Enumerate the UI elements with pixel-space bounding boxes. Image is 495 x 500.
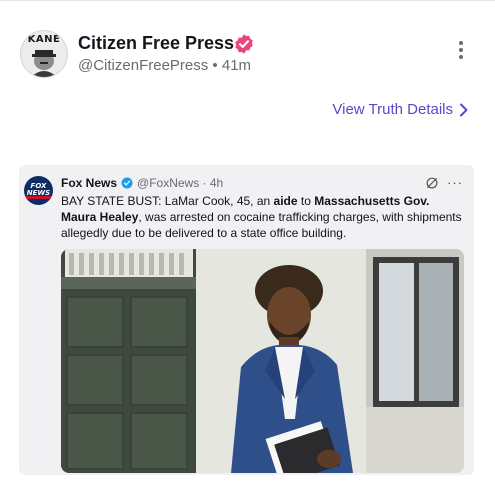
chevron-right-icon <box>460 103 468 116</box>
author-name[interactable]: Citizen Free Press <box>78 33 234 54</box>
embed-header: Fox News @FoxNews · 4h <box>61 176 223 190</box>
embed-author-name[interactable]: Fox News <box>61 176 117 190</box>
view-truth-details-label: View Truth Details <box>332 101 453 118</box>
avatar-text: KANE <box>27 34 61 45</box>
more-dot-icon <box>459 48 463 52</box>
photo-scene <box>61 249 464 473</box>
fox-news-logo[interactable]: FOX NEWS <box>24 176 53 205</box>
embed-handle-time: @FoxNews · 4h <box>137 176 224 190</box>
avatar[interactable]: KANE <box>20 30 68 78</box>
fox-news-logo-text: FOX NEWS <box>26 182 51 197</box>
more-options-button[interactable] <box>456 41 466 67</box>
more-dot-icon <box>459 55 463 59</box>
post-header: KANE Citizen Free Press @CitizenFreePres… <box>20 30 480 80</box>
embedded-post-card[interactable]: FOX NEWS Fox News @FoxNews · 4h ··· BAY S… <box>19 165 474 475</box>
top-divider <box>0 0 495 1</box>
grok-icon[interactable] <box>425 176 439 190</box>
logo-stripe <box>24 196 53 199</box>
verified-badge-icon <box>235 34 253 54</box>
more-dot-icon <box>459 41 463 45</box>
embed-text: BAY STATE BUST: LaMar Cook, 45, an aide … <box>61 194 462 240</box>
embed-photo[interactable] <box>61 249 464 473</box>
embed-verified-icon <box>121 177 133 189</box>
embed-more-button[interactable]: ··· <box>447 175 463 190</box>
author-handle-time: @CitizenFreePress • 41m <box>78 57 252 74</box>
view-truth-details-link[interactable]: View Truth Details <box>332 101 469 118</box>
